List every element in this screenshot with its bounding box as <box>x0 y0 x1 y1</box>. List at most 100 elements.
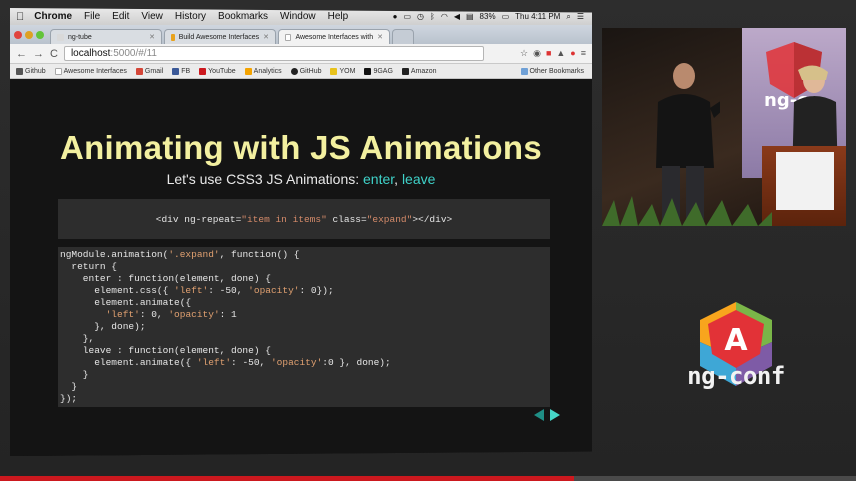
code-line: leave : function(element, done) { <box>60 345 271 356</box>
other-bookmarks[interactable]: Other Bookmarks <box>520 67 592 75</box>
close-tab-icon[interactable]: ✕ <box>263 33 269 41</box>
mac-menubar:  Chrome File Edit View History Bookmark… <box>10 8 592 25</box>
close-window-icon[interactable] <box>14 31 22 39</box>
back-arrow-icon[interactable]: ← <box>16 48 27 60</box>
bookmark-gmail[interactable]: Gmail <box>135 67 163 75</box>
bookmark-yom[interactable]: YOM <box>330 67 355 75</box>
new-tab-button[interactable] <box>392 29 414 44</box>
menu-edit[interactable]: Edit <box>112 11 129 22</box>
bookmark-9gag[interactable]: 9GAG <box>364 67 393 75</box>
bookmark-awesome-interfaces[interactable]: Awesome Interfaces <box>54 67 127 75</box>
9gag-icon <box>364 67 372 75</box>
next-slide-arrow-icon[interactable] <box>550 409 560 421</box>
yom-icon <box>330 67 338 75</box>
url-path: :5000/#/11 <box>110 48 157 59</box>
bookmark-amazon[interactable]: Amazon <box>401 67 437 75</box>
close-tab-icon[interactable]: ✕ <box>149 33 155 41</box>
window-controls <box>14 31 44 39</box>
extension-icon[interactable]: ▲ <box>556 48 565 59</box>
bookmark-github-2[interactable]: GitHub <box>290 67 321 75</box>
extension-icon[interactable]: ◉ <box>533 48 541 59</box>
spotlight-icon[interactable]: ⌕ <box>566 12 570 22</box>
angular-logo-icon: A <box>700 302 772 386</box>
url-host: localhost <box>70 48 111 59</box>
menu-bookmarks[interactable]: Bookmarks <box>218 11 268 22</box>
battery-icon[interactable]: ▭ <box>502 12 510 21</box>
code-line: } <box>60 381 78 392</box>
speaker-video-feed: ng-co <box>602 28 846 226</box>
projected-browser-screen:  Chrome File Edit View History Bookmark… <box>10 8 592 456</box>
code-line: element.animate({ <box>60 297 192 308</box>
folder-favicon-icon <box>171 33 175 41</box>
previous-slide-arrow-icon[interactable] <box>534 409 544 421</box>
reload-icon[interactable]: C <box>50 48 58 60</box>
presentation-slide: Animating with JS Animations Let's use C… <box>10 79 592 456</box>
code-line: }); <box>60 393 78 404</box>
menu-chrome[interactable]: Chrome <box>34 11 72 22</box>
video-frame:  Chrome File Edit View History Bookmark… <box>0 0 856 481</box>
airplay-icon[interactable]: ▭ <box>403 12 411 21</box>
menu-history[interactable]: History <box>175 11 206 22</box>
slide-title: Animating with JS Animations <box>59 129 543 166</box>
plant-decoration <box>602 196 772 226</box>
bookmark-github[interactable]: Github <box>16 67 46 75</box>
analytics-icon <box>244 67 252 75</box>
extension-icon[interactable]: ■ <box>546 48 551 59</box>
battery-percent[interactable]: 83% <box>480 12 496 21</box>
address-toolbar: ← → C localhost:5000/#/11 ☆ ◉ ■ ▲ ● ≡ <box>10 44 592 64</box>
video-progress-bar[interactable] <box>0 476 856 481</box>
code-line: }, <box>60 333 95 344</box>
tab-strip: ng-tube ✕ Build Awesome Interfaces ✕ Awe… <box>10 25 592 44</box>
volume-icon[interactable]: ◀ <box>454 12 460 21</box>
page-favicon-icon <box>57 33 64 41</box>
slide-navigation <box>534 409 560 421</box>
tab-ng-tube[interactable]: ng-tube ✕ <box>50 29 162 44</box>
amazon-icon <box>401 67 409 75</box>
code-line: 'left': 0, 'opacity': 1 <box>105 309 237 320</box>
bookmark-youtube[interactable]: YouTube <box>199 67 236 75</box>
bookmark-fb[interactable]: FB <box>172 67 190 75</box>
zoom-window-icon[interactable] <box>36 31 44 39</box>
tab-label: Awesome Interfaces with <box>295 33 374 41</box>
code-line: ngModule.animation('.expand', function()… <box>60 249 300 260</box>
subtitle-leave: leave <box>401 171 436 187</box>
bluetooth-icon[interactable]: ᛒ <box>430 12 435 21</box>
record-icon[interactable]: ● <box>393 12 398 21</box>
js-code-snippet: ngModule.animation('.expand', function()… <box>58 247 550 407</box>
clock[interactable]: Thu 4:11 PM <box>515 12 560 21</box>
close-tab-icon[interactable]: ✕ <box>377 33 383 41</box>
extension-icon[interactable]: ● <box>570 48 575 59</box>
extension-icons: ☆ ◉ ■ ▲ ● ≡ <box>520 48 586 59</box>
code-line: }, done); <box>60 321 146 332</box>
tab-build-awesome-interfaces[interactable]: Build Awesome Interfaces ✕ <box>164 29 276 44</box>
forward-arrow-icon[interactable]: → <box>33 48 44 60</box>
podium <box>762 146 846 226</box>
flag-icon[interactable]: ▤ <box>466 12 474 21</box>
page-favicon-icon <box>285 33 292 41</box>
timemachine-icon[interactable]: ◷ <box>417 12 424 21</box>
menu-hamburger-icon[interactable]: ≡ <box>581 48 586 59</box>
notification-list-icon[interactable]: ☰ <box>577 12 584 21</box>
folder-icon <box>520 67 528 75</box>
bookmark-star-icon[interactable]: ☆ <box>520 48 528 59</box>
menu-file[interactable]: File <box>84 11 100 22</box>
facebook-icon <box>172 67 180 75</box>
logo-letter: A <box>724 323 748 358</box>
url-input[interactable]: localhost:5000/#/11 <box>63 46 484 61</box>
menu-window[interactable]: Window <box>280 11 316 22</box>
menubar-status-area: ● ▭ ◷ ᛒ ◠ ◀ ▤ 83% ▭ Thu 4:11 PM ⌕ ☰ <box>393 12 592 22</box>
menu-help[interactable]: Help <box>328 11 349 22</box>
wifi-icon[interactable]: ◠ <box>441 12 448 21</box>
tab-label: Build Awesome Interfaces <box>178 33 260 41</box>
youtube-icon <box>199 67 207 75</box>
code-line: element.css({ 'left': -50, 'opacity': 0}… <box>60 285 334 296</box>
gmail-icon <box>135 67 143 75</box>
apple-icon[interactable]:  <box>16 11 24 23</box>
bookmark-analytics[interactable]: Analytics <box>244 67 282 75</box>
menu-view[interactable]: View <box>141 11 163 22</box>
code-line: return { <box>60 261 118 272</box>
github-icon <box>290 67 298 75</box>
minimize-window-icon[interactable] <box>25 31 33 39</box>
code-line: element.animate({ 'left': -50, 'opacity'… <box>60 357 391 368</box>
tab-awesome-interfaces[interactable]: Awesome Interfaces with ✕ <box>278 29 390 44</box>
